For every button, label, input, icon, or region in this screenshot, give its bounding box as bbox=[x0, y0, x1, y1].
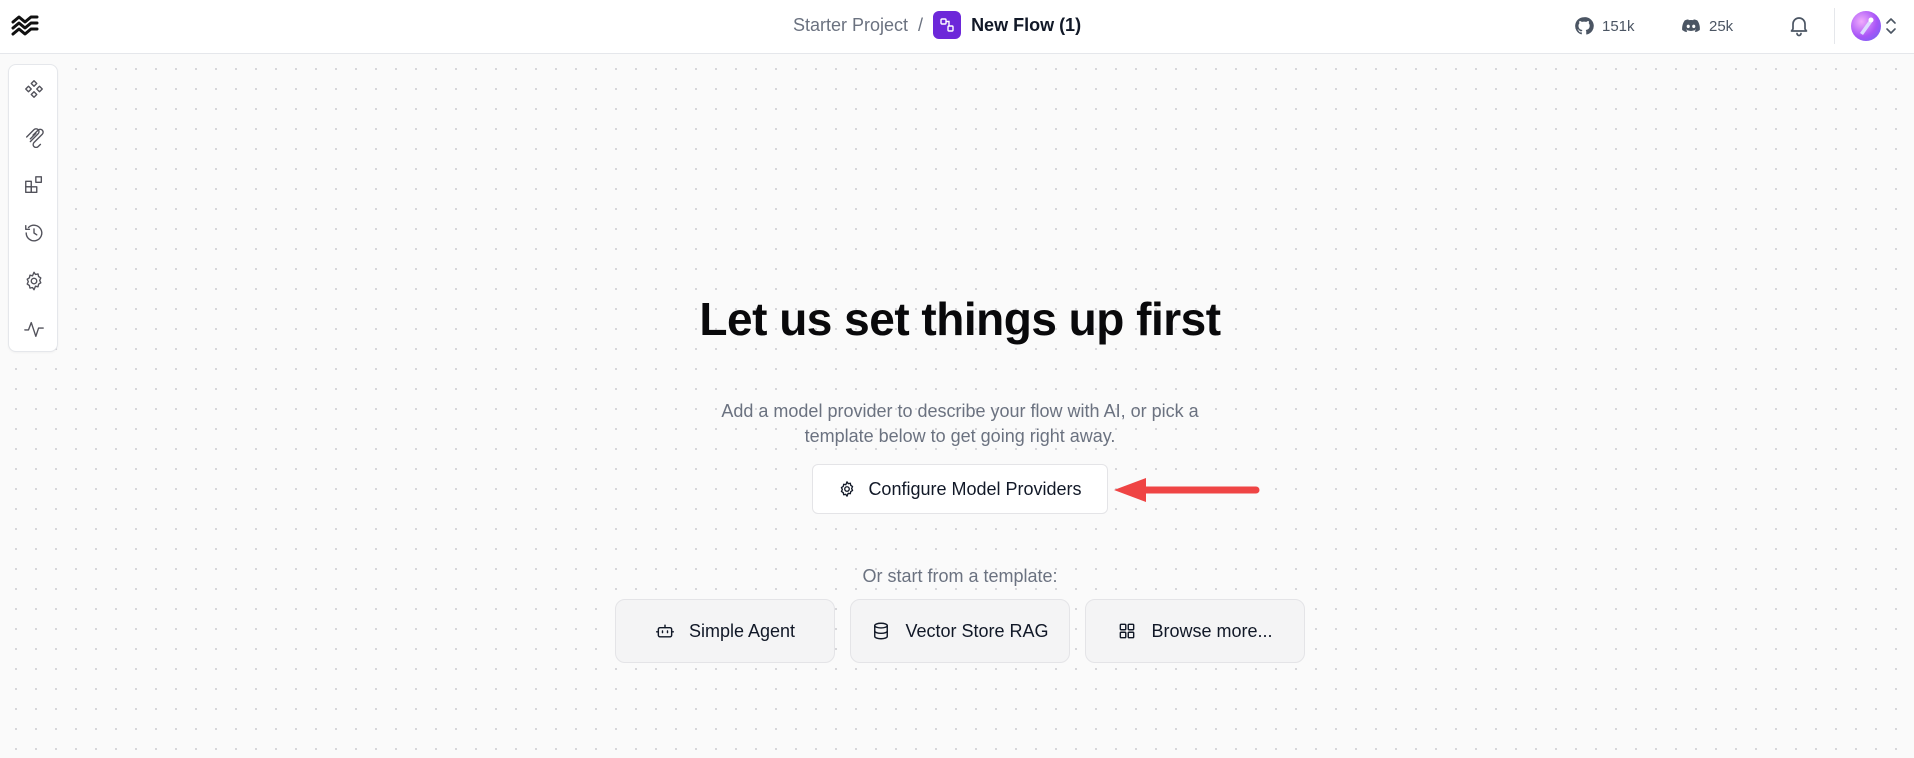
discord-count: 25k bbox=[1709, 17, 1734, 35]
bundles-icon bbox=[23, 174, 45, 196]
github-stars-link[interactable]: 151k bbox=[1574, 14, 1635, 38]
grid-icon bbox=[1117, 621, 1137, 641]
mcp-icon bbox=[23, 126, 45, 148]
discord-icon bbox=[1681, 16, 1701, 36]
chevrons-up-down-icon[interactable] bbox=[1884, 16, 1898, 36]
bell-icon[interactable] bbox=[1787, 13, 1811, 37]
avatar[interactable] bbox=[1851, 11, 1881, 41]
template-label: Simple Agent bbox=[688, 620, 796, 641]
breadcrumb-separator: / bbox=[918, 14, 924, 35]
breadcrumb: Starter Project / New Flow (1) bbox=[793, 10, 1081, 40]
gear-icon bbox=[23, 270, 45, 292]
annotation-arrow bbox=[1112, 474, 1260, 506]
history-icon bbox=[23, 222, 45, 244]
header-divider bbox=[1834, 8, 1835, 44]
template-vector-store-rag-button[interactable]: Vector Store RAG bbox=[850, 599, 1070, 663]
langflow-logo-icon[interactable] bbox=[10, 13, 40, 37]
template-label: Browse more... bbox=[1151, 620, 1273, 641]
templates-label: Or start from a template: bbox=[862, 566, 1058, 586]
page-title: Let us set things up first bbox=[699, 293, 1221, 345]
github-icon bbox=[1574, 16, 1594, 36]
template-label: Vector Store RAG bbox=[905, 620, 1049, 641]
page-subtitle: Add a model provider to describe your fl… bbox=[721, 401, 1199, 446]
database-icon bbox=[871, 621, 891, 641]
flow-nodes-icon bbox=[933, 11, 962, 39]
sidebar-item-mcp[interactable] bbox=[20, 123, 48, 151]
discord-link[interactable]: 25k bbox=[1681, 14, 1733, 38]
gear-icon bbox=[838, 480, 856, 498]
top-bar: Starter Project / New Flow (1) 151k 25k bbox=[0, 0, 1914, 54]
configure-model-providers-button[interactable]: Configure Model Providers bbox=[812, 464, 1108, 514]
github-count: 151k bbox=[1602, 17, 1635, 35]
configure-button-label: Configure Model Providers bbox=[868, 478, 1082, 499]
sidebar-item-settings[interactable] bbox=[20, 267, 48, 295]
template-simple-agent-button[interactable]: Simple Agent bbox=[615, 599, 835, 663]
breadcrumb-flow-name[interactable]: New Flow (1) bbox=[971, 15, 1081, 36]
sidebar-item-bundles[interactable] bbox=[20, 171, 48, 199]
bot-icon bbox=[655, 621, 675, 641]
sidebar-item-history[interactable] bbox=[20, 219, 48, 247]
browse-more-templates-button[interactable]: Browse more... bbox=[1085, 599, 1305, 663]
components-icon bbox=[23, 78, 45, 100]
sidebar-item-components[interactable] bbox=[20, 75, 48, 103]
breadcrumb-project[interactable]: Starter Project bbox=[793, 15, 908, 36]
